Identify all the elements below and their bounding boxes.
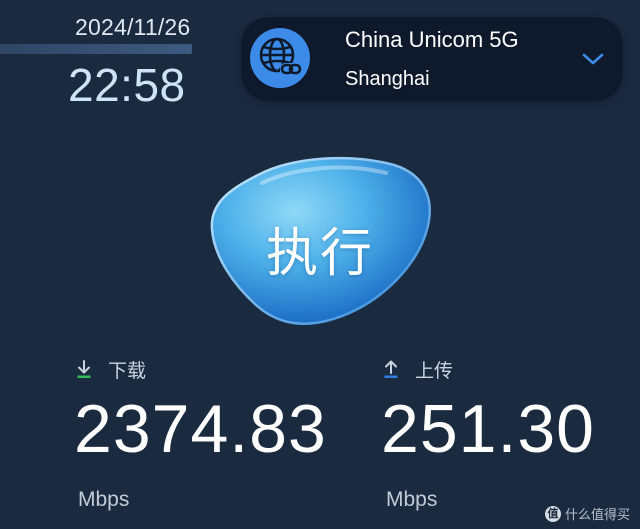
chevron-down-icon[interactable] xyxy=(581,51,605,67)
upload-value: 251.30 xyxy=(381,391,595,467)
download-unit: Mbps xyxy=(78,488,130,511)
upload-arrow-icon xyxy=(384,360,398,378)
server-selector[interactable]: China Unicom 5G Shanghai xyxy=(241,17,623,101)
globe-link-icon xyxy=(250,28,310,88)
watermark-text: 什么值得买 xyxy=(564,508,630,523)
upload-label: 上传 xyxy=(415,360,454,382)
download-header: 下载 xyxy=(76,356,196,382)
time-label: 22:58 xyxy=(68,59,186,111)
start-test-label: 执行 xyxy=(265,224,374,284)
server-city: Shanghai xyxy=(345,68,430,90)
watermark-logo-icon: 值 xyxy=(544,505,561,522)
upload-unit: Mbps xyxy=(386,488,438,511)
download-label: 下载 xyxy=(108,360,147,382)
watermark: 值 什么值得买 xyxy=(544,504,630,523)
download-value: 2374.83 xyxy=(74,391,327,467)
start-test-button[interactable]: 执行 xyxy=(200,153,440,328)
server-name: China Unicom 5G xyxy=(345,27,519,52)
download-arrow-icon xyxy=(77,360,91,378)
date-label: 2024/11/26 xyxy=(75,14,191,40)
date-underline-bar xyxy=(0,44,192,54)
upload-header: 上传 xyxy=(383,356,503,382)
